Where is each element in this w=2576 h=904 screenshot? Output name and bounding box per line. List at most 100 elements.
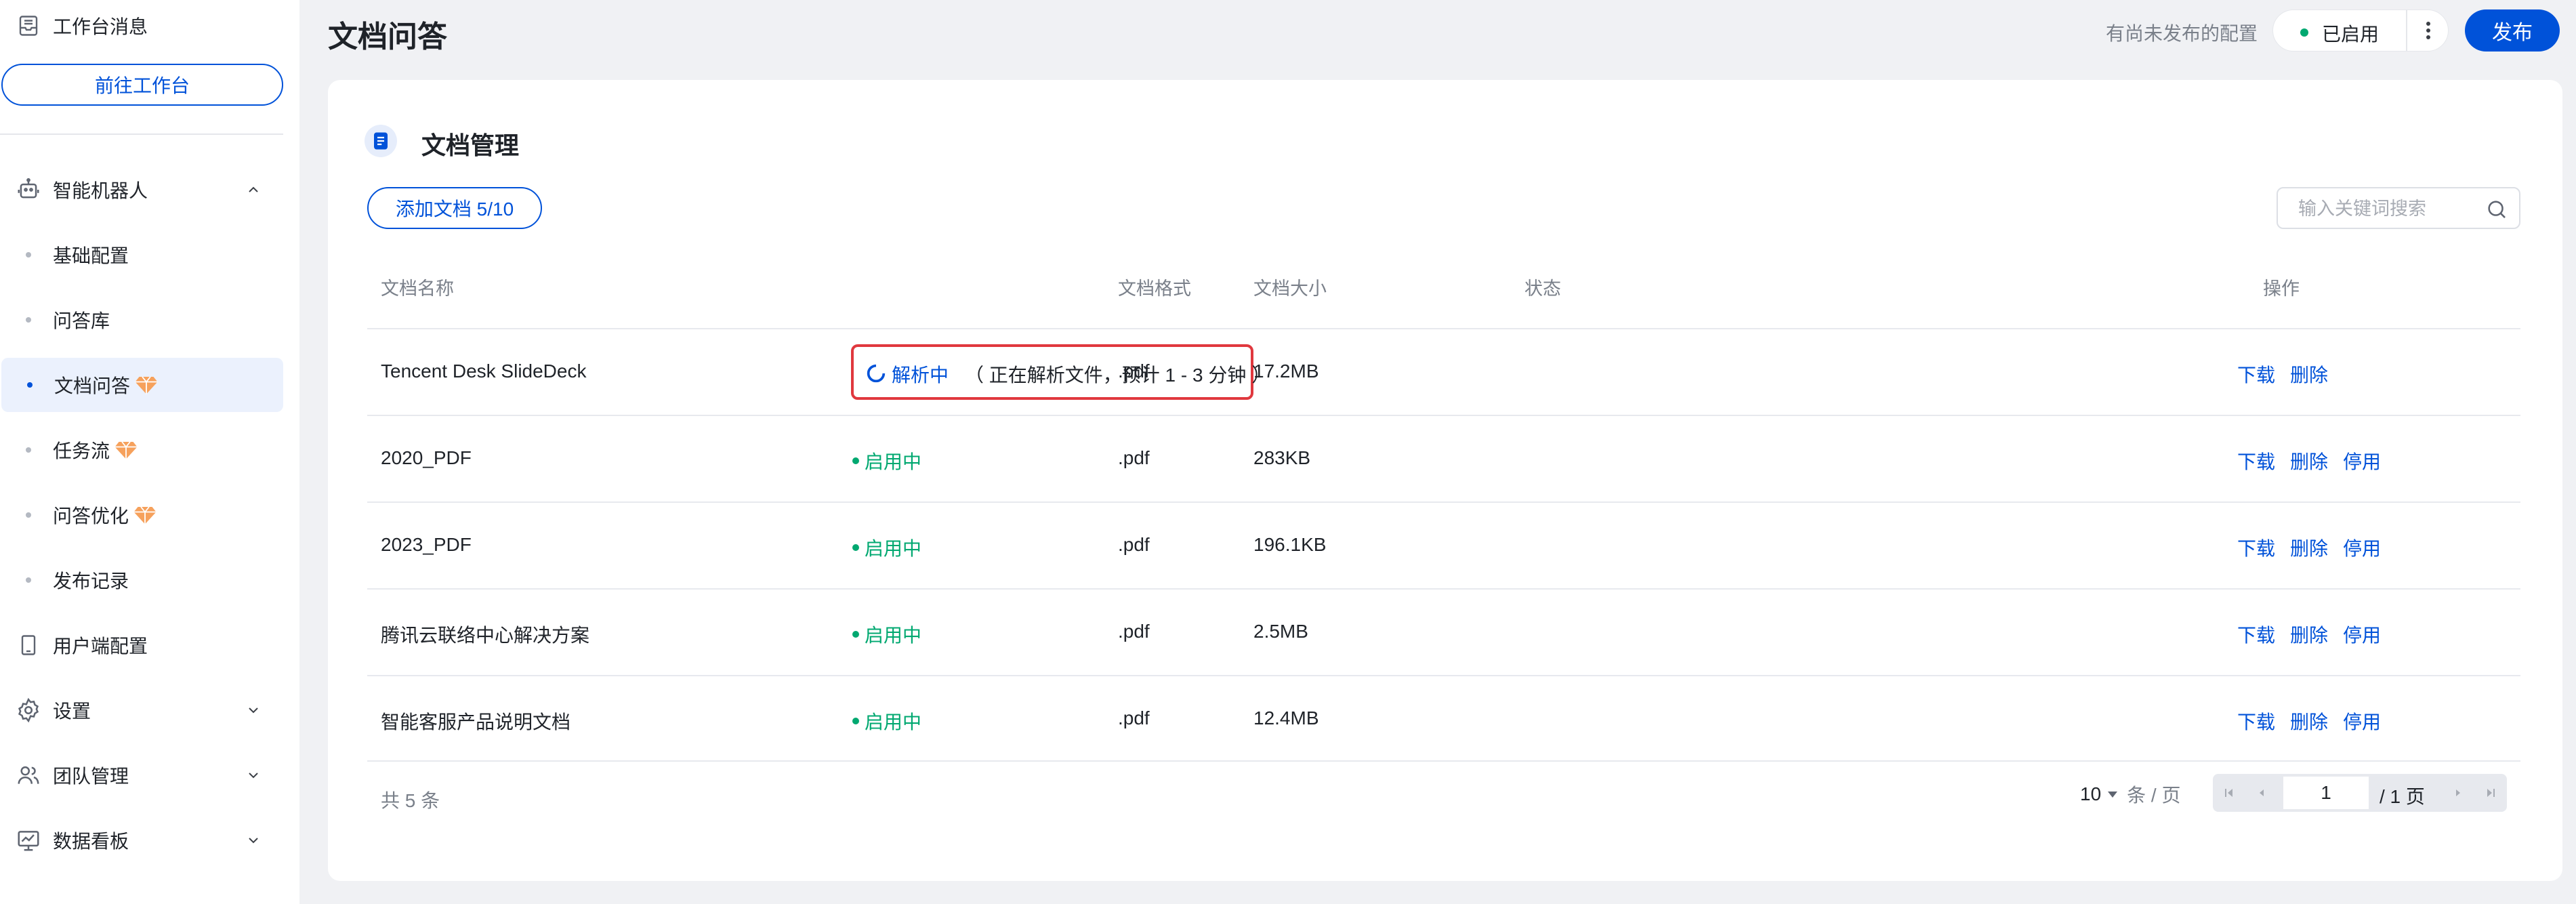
search-input[interactable] (2298, 195, 2481, 222)
delete-link[interactable]: 删除 (2290, 534, 2328, 561)
table-row: 智能客服产品说明文档 .pdf 12.4MB 启用中 下载 删除 停用 (367, 676, 2520, 762)
column-header-actions: 操作 (2263, 279, 2300, 299)
more-vertical-icon[interactable] (2407, 10, 2449, 51)
download-link[interactable]: 下载 (2237, 361, 2275, 388)
column-header-status: 状态 (1524, 279, 1561, 299)
total-pages: / 1 页 (2380, 786, 2425, 807)
status-enabled: 启用中 (852, 447, 921, 474)
sidebar-item-publish-records[interactable]: 发布记录 (0, 553, 285, 607)
download-link[interactable]: 下载 (2237, 534, 2275, 561)
sidebar-item-basic-config[interactable]: 基础配置 (0, 228, 285, 282)
table-row: 腾讯云联络中心解决方案 .pdf 2.5MB 启用中 下载 删除 停用 (367, 590, 2520, 675)
disable-link[interactable]: 停用 (2343, 534, 2381, 561)
chevron-down-icon (243, 829, 264, 851)
page-size-value: 10 (2080, 783, 2102, 804)
chevron-up-icon (243, 179, 264, 201)
sidebar-item-document-qa[interactable]: 文档问答 (1, 358, 283, 412)
sidebar-group-bot[interactable]: 智能机器人 (0, 163, 299, 217)
page-title: 文档问答 (328, 20, 447, 54)
status-text: 已启用 (2322, 24, 2380, 45)
document-name: 2020_PDF (381, 447, 472, 468)
bullet-dot (26, 512, 31, 518)
status-enabled: 启用中 (852, 534, 921, 561)
bullet-dot (26, 577, 31, 583)
chart-board-icon (15, 827, 42, 854)
next-page-icon[interactable] (2442, 774, 2474, 812)
loading-spinner-icon (867, 364, 886, 383)
download-link[interactable]: 下载 (2237, 447, 2275, 474)
status-label: 启用中 (865, 712, 922, 733)
row-actions: 下载 删除 停用 (2237, 447, 2396, 474)
sidebar-item-label: 基础配置 (53, 245, 129, 266)
status-enabled: 启用中 (852, 707, 921, 735)
document-format: .pdf (1118, 534, 1150, 555)
download-link[interactable]: 下载 (2237, 707, 2275, 735)
delete-link[interactable]: 删除 (2290, 447, 2328, 474)
publish-button[interactable]: 发布 (2465, 9, 2560, 52)
premium-diamond-icon (115, 441, 138, 459)
card-title: 文档管理 (421, 131, 520, 159)
sidebar-item-task-flow[interactable]: 任务流 (0, 423, 285, 477)
add-document-button[interactable]: 添加文档 5/10 (367, 187, 542, 229)
status-label: 启用中 (865, 451, 922, 472)
delete-link[interactable]: 删除 (2290, 707, 2328, 735)
sidebar-item-label: 用户端配置 (53, 636, 148, 657)
document-management-card: 文档管理 添加文档 5/10 文档名称 文档格式 文档大小 状态 操作 Tenc… (328, 80, 2562, 881)
row-actions: 下载 删除 (2237, 361, 2343, 388)
disable-link[interactable]: 停用 (2343, 707, 2381, 735)
sidebar-item-workbench-messages[interactable]: 工作台消息 (0, 0, 299, 52)
document-name: 智能客服产品说明文档 (381, 712, 571, 733)
page-size-select[interactable]: 10 条 / 页 (2080, 781, 2181, 808)
document-size: 283KB (1253, 447, 1311, 468)
sidebar-item-label: 文档问答 (54, 375, 131, 396)
goto-workbench-button[interactable]: 前往工作台 (1, 64, 283, 106)
caret-down-icon (2108, 791, 2118, 798)
robot-icon (15, 176, 42, 203)
chevron-down-icon (243, 764, 264, 786)
row-actions: 下载 删除 停用 (2237, 707, 2396, 735)
document-size: 2.5MB (1253, 621, 1308, 642)
sidebar-item-label: 团队管理 (53, 766, 129, 787)
column-header-size: 文档大小 (1253, 279, 1327, 299)
sidebar-item-client-config[interactable]: 用户端配置 (0, 618, 299, 672)
chevron-down-icon (243, 699, 264, 721)
page-number-input[interactable] (2283, 777, 2369, 809)
table-row: 2020_PDF .pdf 283KB 启用中 下载 删除 停用 (367, 416, 2520, 501)
page-size-unit: 条 / 页 (2127, 785, 2181, 806)
row-actions: 下载 删除 停用 (2237, 534, 2396, 561)
disable-link[interactable]: 停用 (2343, 621, 2381, 648)
delete-link[interactable]: 删除 (2290, 361, 2328, 388)
download-link[interactable]: 下载 (2237, 621, 2275, 648)
document-format: .pdf (1118, 621, 1150, 642)
document-format: .pdf (1118, 707, 1150, 728)
disable-link[interactable]: 停用 (2343, 447, 2381, 474)
bullet-dot (26, 317, 31, 323)
bullet-dot (26, 447, 31, 453)
sidebar-item-qa-optimize[interactable]: 问答优化 (0, 488, 285, 542)
unpublished-hint: 有尚未发布的配置 (2106, 23, 2258, 44)
sidebar-item-label: 问答库 (53, 310, 110, 331)
status-dot (852, 544, 859, 551)
sidebar-item-label: 设置 (53, 701, 91, 722)
sidebar-item-settings[interactable]: 设置 (0, 683, 299, 737)
search-icon[interactable] (2485, 198, 2508, 221)
status-label: 解析中 (892, 365, 949, 386)
sidebar-item-label: 问答优化 (53, 506, 129, 527)
sidebar-item-qa-library[interactable]: 问答库 (0, 293, 285, 347)
last-page-icon[interactable] (2474, 774, 2507, 812)
status-dot (852, 457, 859, 464)
document-name: 腾讯云联络中心解决方案 (381, 625, 590, 646)
sidebar-item-team[interactable]: 团队管理 (0, 748, 299, 802)
sidebar-item-dashboard[interactable]: 数据看板 (0, 813, 299, 867)
first-page-icon[interactable] (2213, 774, 2245, 812)
bullet-dot (26, 252, 31, 258)
prev-page-icon[interactable] (2245, 774, 2278, 812)
status-enabled: 启用中 (852, 621, 921, 648)
tablet-icon (15, 632, 42, 659)
status-pill[interactable]: 已启用 (2272, 9, 2449, 52)
sidebar-item-label: 智能机器人 (53, 180, 148, 201)
document-icon (365, 125, 397, 157)
delete-link[interactable]: 删除 (2290, 621, 2328, 648)
parsing-status-highlight: 解析中 （ 正在解析文件，预计 1 - 3 分钟 ） (851, 344, 1270, 400)
status-dot (852, 718, 859, 724)
